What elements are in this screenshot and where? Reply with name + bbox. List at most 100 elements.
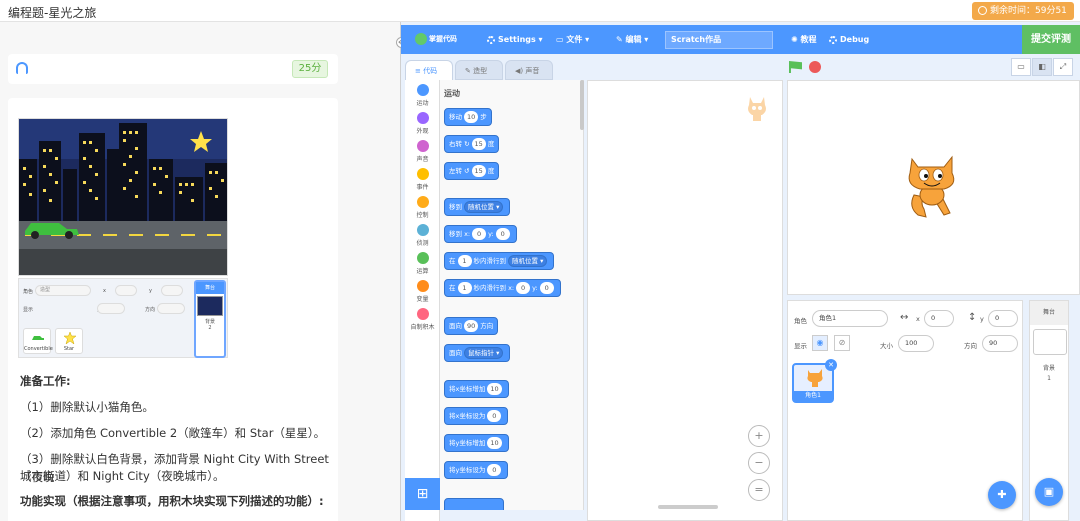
add-extension-button[interactable]: ⊞ (405, 478, 440, 510)
category-my-blocks[interactable]: 自制积木 (405, 308, 440, 331)
block-change-x[interactable]: 将x坐标增加 10 (444, 380, 509, 398)
block-glide-xy[interactable]: 在 1 秒内滑行到 x: 0 y: 0 (444, 279, 561, 297)
category-sound[interactable]: 声音 (405, 140, 440, 163)
block-change-y[interactable]: 将y坐标增加 10 (444, 434, 509, 452)
delete-icon[interactable]: ✕ (825, 359, 837, 371)
palette-scrollbar[interactable] (580, 80, 584, 130)
green-flag-icon[interactable] (789, 61, 802, 73)
submit-button[interactable]: 提交评测 (1022, 25, 1080, 54)
ref-x-label: x (103, 288, 106, 294)
zoom-in-button[interactable]: + (748, 425, 770, 447)
block-glide[interactable]: 在 1 秒内滑行到 随机位置 ▾ (444, 252, 555, 270)
block-set-y[interactable]: 将y坐标设为 0 (444, 461, 509, 479)
block-input[interactable]: 10 (464, 111, 479, 123)
block-goto[interactable]: 移到 随机位置 ▾ (444, 198, 511, 216)
sprite-info-panel: 角色 角色1 ↔ x 0 ↕ y 0 显示 ◉ ⊘ 大小 100 方向 90 ✕… (787, 300, 1023, 521)
block-turn-right[interactable]: 右转 ↻ 15 度 (444, 135, 500, 153)
ref-backdrop-label: 背景 (204, 319, 215, 325)
block-input[interactable]: 10 (487, 437, 502, 449)
show-label: 显示 (794, 342, 807, 350)
block-point-direction[interactable]: 面向 90 方向 (444, 317, 499, 335)
show-eye-icon[interactable]: ◉ (812, 335, 828, 351)
score-badge: 25分 (292, 60, 328, 78)
stage[interactable] (787, 80, 1080, 295)
block-move[interactable]: 移动 10 步 (444, 108, 492, 126)
fullscreen-button[interactable]: ⤢ (1053, 58, 1073, 76)
night-city-image (18, 118, 228, 276)
sensing-dot-icon (416, 224, 429, 236)
block-input[interactable]: 15 (471, 138, 486, 150)
cat-sprite[interactable] (904, 155, 960, 221)
block-input[interactable]: 1 (457, 255, 472, 267)
block-input[interactable]: 15 (471, 165, 486, 177)
block-input[interactable]: 10 (487, 383, 502, 395)
category-control[interactable]: 控制 (405, 196, 440, 219)
block-point-towards[interactable]: 面向 鼠标指针 ▾ (444, 344, 511, 362)
tutorial-button[interactable]: ✺ 教程 (791, 25, 817, 54)
hide-eye-icon[interactable]: ⊘ (834, 335, 850, 351)
zoom-reset-button[interactable]: = (748, 479, 770, 501)
debug-label: Debug (840, 35, 870, 44)
headset-icon[interactable] (16, 62, 28, 74)
sprite-name-input[interactable]: 角色1 (812, 310, 888, 327)
sprite-card-name: 角色1 (794, 391, 832, 401)
my-blocks-dot-icon (416, 308, 429, 320)
block-input[interactable]: 0 (539, 282, 554, 294)
debug-button[interactable]: Debug (829, 25, 869, 54)
sprite-card[interactable]: ✕ 角色1 (792, 359, 837, 403)
block-input[interactable]: 0 (487, 464, 502, 476)
block-partial[interactable] (444, 498, 504, 510)
category-events[interactable]: 事件 (405, 168, 440, 191)
category-variables[interactable]: 变量 (405, 280, 440, 303)
block-input[interactable]: 0 (495, 228, 510, 240)
category-motion[interactable]: 运动 (405, 84, 440, 107)
size-input[interactable]: 100 (898, 335, 934, 352)
block-set-x[interactable]: 将x坐标设为 0 (444, 407, 509, 425)
file-menu[interactable]: ▭ 文件 ▾ (556, 25, 589, 54)
tab-sounds[interactable]: ◀) 声音 (505, 60, 553, 80)
category-looks[interactable]: 外观 (405, 112, 440, 135)
file-icon: ▭ (556, 35, 567, 44)
direction-input[interactable]: 90 (982, 335, 1018, 352)
block-dropdown[interactable]: 随机位置 ▾ (464, 201, 504, 213)
normal-stage-button[interactable]: ◧ (1032, 58, 1052, 76)
block-input[interactable]: 0 (516, 282, 531, 294)
ref-sprite-name: 造型 (35, 285, 91, 296)
script-area[interactable]: + − = (587, 80, 783, 521)
category-sensing[interactable]: 侦测 (405, 224, 440, 247)
add-sprite-button[interactable]: ✚ (988, 481, 1016, 509)
block-dropdown[interactable]: 鼠标指针 ▾ (464, 347, 504, 359)
tab-code-label: 代码 (423, 67, 438, 75)
cat-plus-icon: ✚ (997, 488, 1007, 501)
y-input[interactable]: 0 (988, 310, 1018, 327)
block-goto-xy[interactable]: 移到 x: 0 y: 0 (444, 225, 517, 243)
tab-costumes[interactable]: ✎ 造型 (455, 60, 503, 80)
small-stage-button[interactable]: ▭ (1011, 58, 1031, 76)
stop-icon[interactable] (809, 61, 821, 73)
block-input[interactable]: 0 (472, 228, 487, 240)
category-operators[interactable]: 运算 (405, 252, 440, 275)
block-input[interactable]: 1 (457, 282, 472, 294)
x-input[interactable]: 0 (924, 310, 954, 327)
zoom-out-button[interactable]: − (748, 452, 770, 474)
project-name-input[interactable]: Scratch作品 (665, 31, 773, 49)
menu-bar: 掌握代码 Settings ▾ ▭ 文件 ▾ ✎ 编辑 ▾ Scratch作品 … (401, 25, 1080, 54)
tab-code[interactable]: ≡ 代码 (405, 60, 453, 80)
x-label: x (916, 315, 920, 323)
ref-sprite-star-name: Star (63, 346, 75, 352)
question-content: 角色 造型 x y 显示 大小 方向 Convertible Star (8, 98, 338, 521)
script-scrollbar[interactable] (658, 505, 718, 509)
edit-menu[interactable]: ✎ 编辑 ▾ (616, 25, 648, 54)
block-input[interactable]: 90 (464, 320, 479, 332)
settings-menu[interactable]: Settings ▾ (487, 25, 543, 54)
block-turn-left[interactable]: 左转 ↺ 15 度 (444, 162, 500, 180)
speaker-icon: ◀) (515, 67, 526, 75)
block-input[interactable]: 0 (487, 410, 502, 422)
stage-thumb[interactable] (1033, 329, 1067, 355)
block-dropdown[interactable]: 随机位置 ▾ (508, 255, 548, 267)
ref-sprite-star: Star (55, 328, 83, 354)
stage-panel-title: 舞台 (1030, 301, 1068, 325)
brush-icon: ✎ (465, 67, 474, 75)
add-backdrop-button[interactable]: ▣ (1035, 478, 1063, 506)
clock-icon (978, 6, 987, 15)
